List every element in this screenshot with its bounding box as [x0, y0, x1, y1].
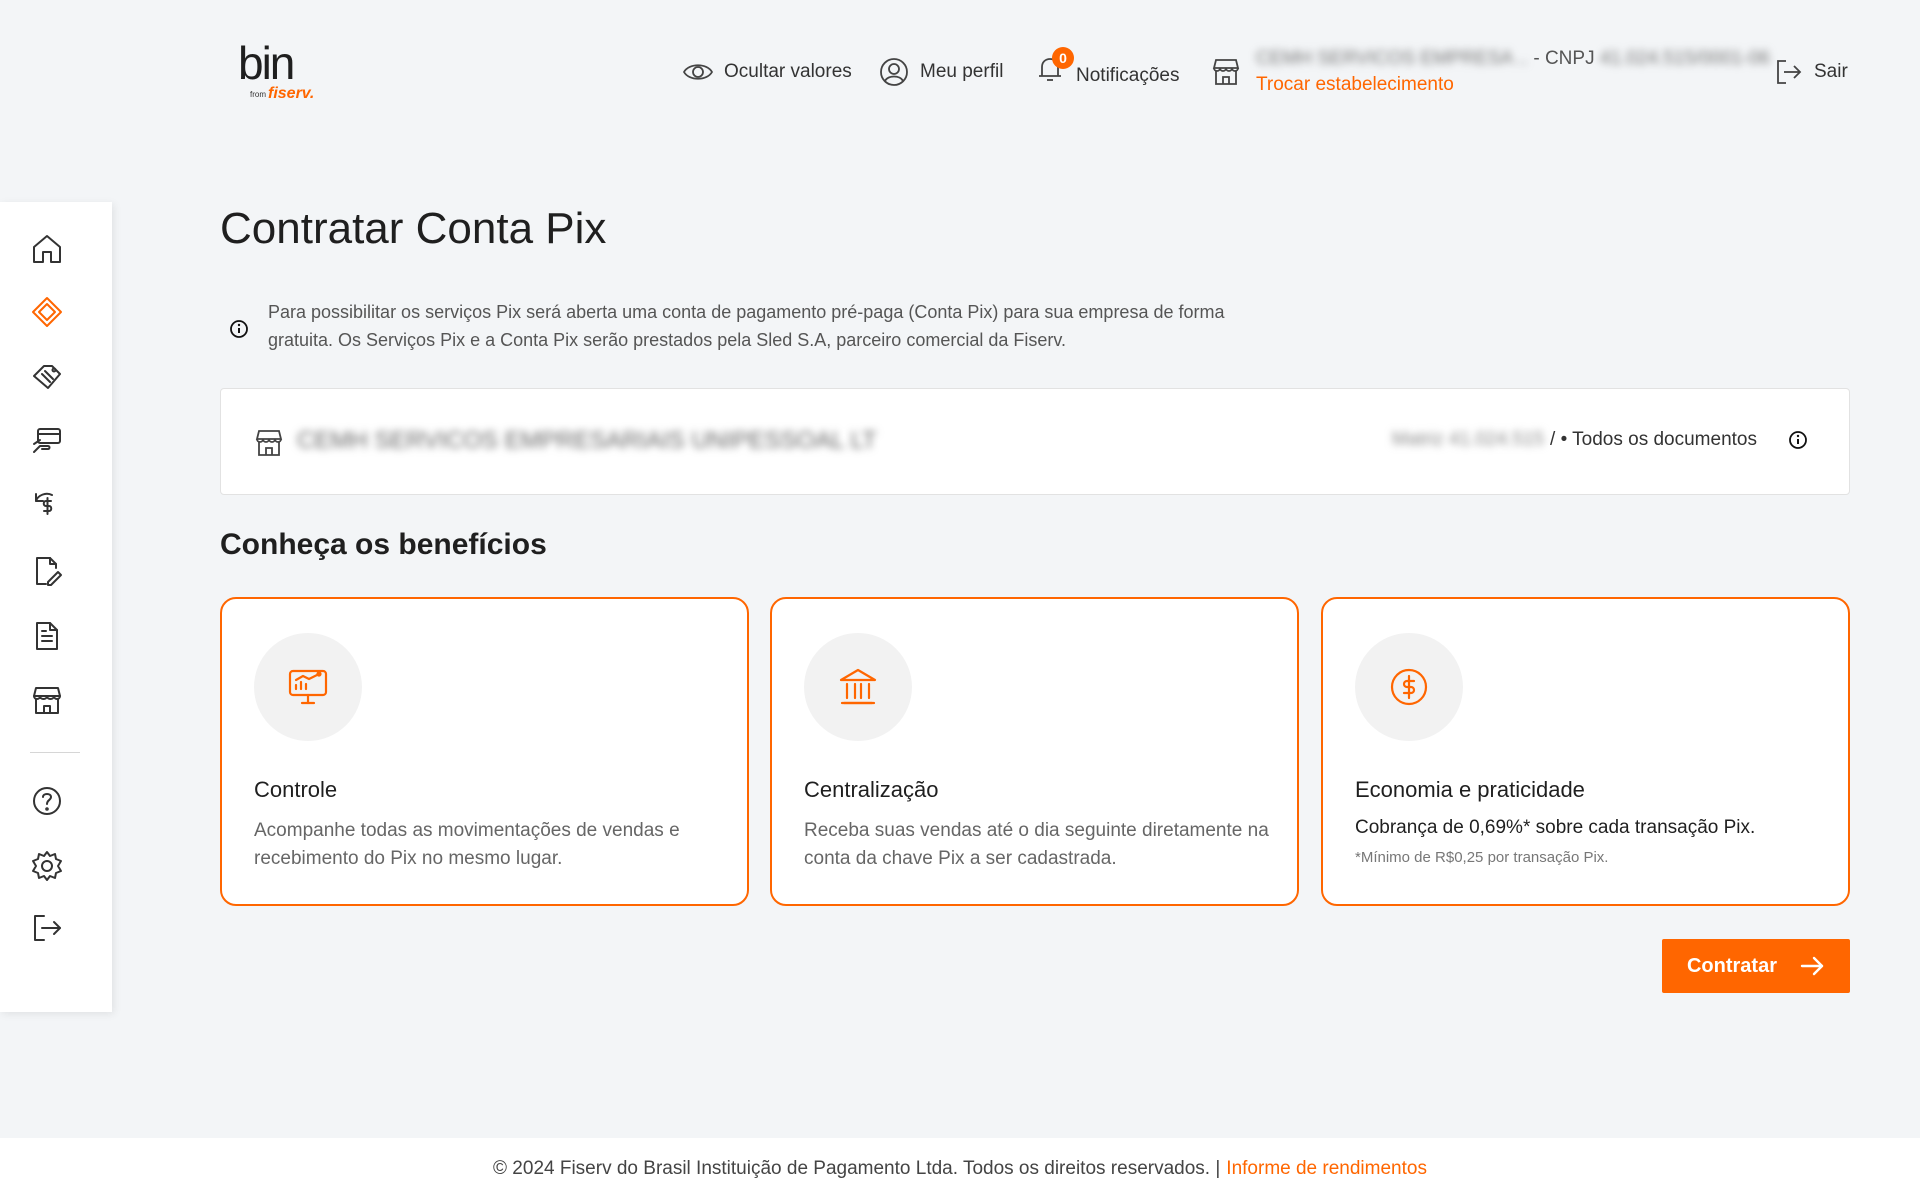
info-text: Para possibilitar os serviços Pix será a…	[268, 302, 1225, 350]
pix-icon	[32, 297, 62, 327]
settings-icon	[32, 851, 62, 881]
store-icon	[255, 430, 283, 456]
contract-button[interactable]: Contratar	[1662, 939, 1850, 993]
brand-from: from	[250, 90, 266, 99]
cnpj-label: - CNPJ	[1528, 48, 1600, 69]
company-doc-id: Matriz 41.024.515	[1391, 429, 1545, 450]
benefit-card-control: Controle Acompanhe todas as movimentaçõe…	[220, 597, 749, 906]
benefit-icon-wrap	[1355, 633, 1463, 741]
company-documents: Matriz 41.024.515 / • Todos os documento…	[1392, 429, 1809, 451]
card-payment-icon	[33, 428, 61, 453]
switch-establishment-link[interactable]: Trocar estabelecimento	[1256, 74, 1770, 96]
brand-parent: fiserv.	[268, 85, 315, 102]
sidebar-item-pix[interactable]	[30, 295, 64, 329]
establishment-selector: CEMH SERVICOS EMPRESA .. - CNPJ 41.024.5…	[1210, 48, 1770, 96]
sidebar-item-payments[interactable]	[30, 424, 64, 458]
sidebar	[0, 202, 112, 1012]
user-circle-icon	[880, 58, 908, 86]
sidebar-item-cashback[interactable]	[30, 489, 64, 523]
hide-values-toggle[interactable]: Ocultar valores	[682, 52, 852, 92]
page-title: Contratar Conta Pix	[220, 204, 607, 253]
sidebar-item-logout[interactable]	[30, 911, 64, 945]
sidebar-item-contracts[interactable]	[30, 554, 64, 588]
monitor-chart-icon	[288, 669, 328, 705]
store-icon	[33, 687, 61, 714]
contract-button-label: Contratar	[1686, 954, 1777, 977]
bank-icon	[839, 668, 877, 705]
footer-copyright: © 2024 Fiserv do Brasil Instituição de P…	[493, 1158, 1221, 1179]
info-icon	[230, 320, 248, 338]
benefit-icon-wrap	[254, 633, 362, 741]
sidebar-item-partnerships[interactable]	[30, 360, 64, 394]
sidebar-item-reports[interactable]	[30, 619, 64, 653]
arrow-right-icon	[1800, 956, 1824, 976]
home-icon	[33, 235, 61, 263]
logout-icon	[1777, 60, 1802, 84]
benefit-footnote: *Mínimo de R$0,25 por transação Pix.	[1355, 849, 1609, 866]
sidebar-item-stores[interactable]	[30, 683, 64, 717]
documents-label: / • Todos os documentos	[1550, 429, 1757, 450]
info-icon[interactable]	[1787, 429, 1809, 451]
benefit-desc: Acompanhe todas as movimentações de vend…	[254, 820, 680, 869]
benefits-title: Conheça os benefícios	[220, 528, 547, 561]
sidebar-item-help[interactable]	[30, 784, 64, 818]
help-icon	[33, 787, 61, 815]
sidebar-item-home[interactable]	[30, 232, 64, 266]
notifications-label: Notificações	[1076, 65, 1180, 86]
cashback-icon	[35, 492, 53, 515]
logout-icon	[34, 915, 61, 941]
company-name: CEMH SERVICOS EMPRESARIAIS UNIPESSOAL LT	[297, 427, 877, 454]
brand-logo[interactable]: bin from fiserv.	[238, 37, 314, 110]
sidebar-divider	[30, 752, 80, 753]
brand-name: bin	[238, 37, 295, 89]
cnpj-value: 41.024.515/0001-06	[1599, 48, 1770, 69]
notification-count-badge: 0	[1052, 47, 1074, 69]
company-store	[253, 427, 285, 459]
logout-button[interactable]: Sair	[1772, 52, 1848, 92]
sidebar-item-settings[interactable]	[30, 849, 64, 883]
benefit-title: Centralização	[804, 777, 939, 802]
benefit-icon-wrap	[804, 633, 912, 741]
establishment-info: CEMH SERVICOS EMPRESA .. - CNPJ 41.024.5…	[1256, 48, 1770, 70]
eye-icon	[682, 64, 714, 80]
benefit-fee: Cobrança de 0,69%* sobre cada transação …	[1355, 817, 1756, 838]
establishment-name: CEMH SERVICOS EMPRESA ..	[1256, 48, 1529, 69]
benefit-title: Controle	[254, 777, 338, 802]
dollar-coin-icon	[1390, 668, 1428, 706]
benefit-title: Economia e praticidade	[1355, 777, 1585, 802]
company-card: CEMH SERVICOS EMPRESARIAIS UNIPESSOAL LT…	[220, 388, 1850, 495]
logout-label: Sair	[1814, 61, 1848, 82]
profile-label: Meu perfil	[920, 61, 1004, 82]
benefit-desc: Receba suas vendas até o dia seguinte di…	[804, 820, 1269, 869]
benefit-card-centralization: Centralização Receba suas vendas até o d…	[770, 597, 1299, 906]
document-icon	[36, 622, 58, 650]
info-note: Para possibilitar os serviços Pix será a…	[228, 298, 1228, 354]
notifications-link[interactable]: 0 Notificações	[1034, 47, 1180, 92]
income-report-link[interactable]: Informe de rendimentos	[1226, 1158, 1427, 1180]
store-icon	[1212, 59, 1240, 85]
edit-document-icon	[36, 557, 62, 586]
benefit-card-economy: Economia e praticidade Cobrança de 0,69%…	[1321, 597, 1850, 906]
hide-values-label: Ocultar valores	[724, 61, 852, 82]
handshake-icon	[33, 365, 61, 389]
profile-link[interactable]: Meu perfil	[878, 52, 1003, 92]
footer: © 2024 Fiserv do Brasil Instituição de P…	[0, 1138, 1920, 1200]
